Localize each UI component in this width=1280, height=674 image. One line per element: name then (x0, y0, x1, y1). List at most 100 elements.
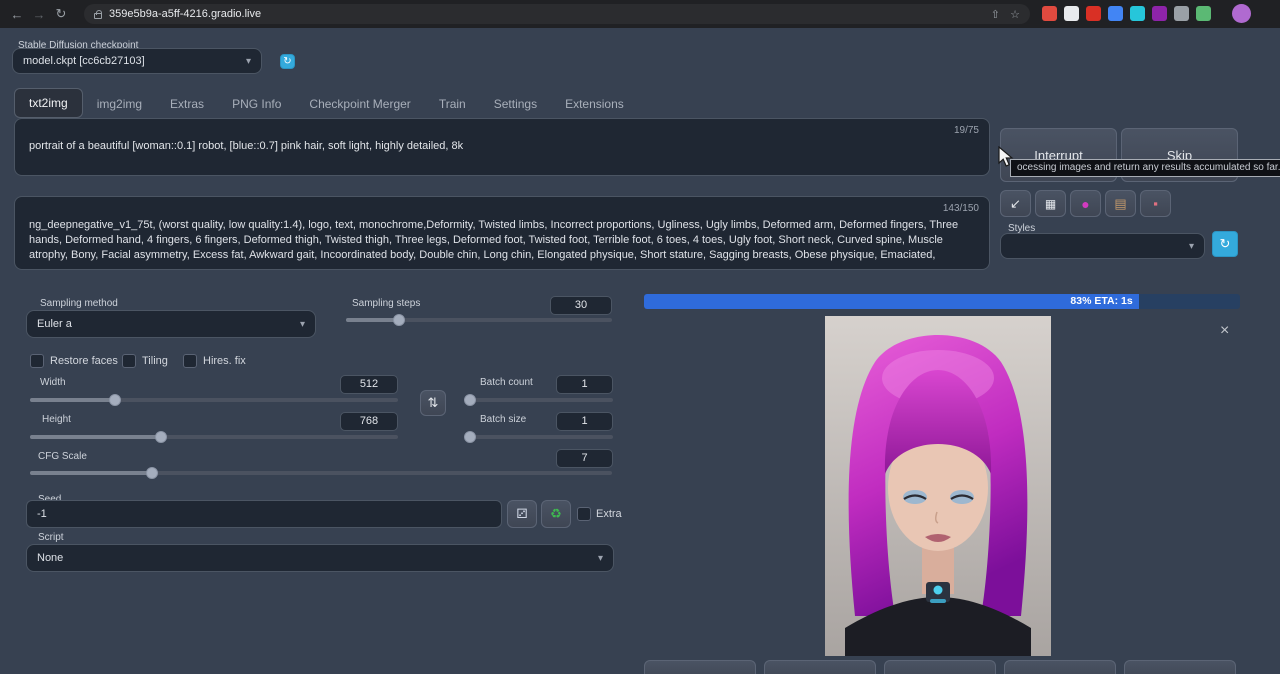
refresh-styles-button[interactable]: ↻ (1212, 231, 1238, 257)
browser-extension-icon[interactable] (1086, 6, 1101, 21)
height-slider[interactable] (30, 435, 398, 439)
width-label: Width (40, 377, 66, 388)
bookmark-star-icon[interactable]: ☆ (1010, 8, 1020, 21)
cfg-scale-slider[interactable] (30, 471, 612, 475)
paste-params-button[interactable]: ↙ (1000, 190, 1031, 217)
save-style-icon: ▪ (1153, 196, 1158, 211)
slider-knob[interactable] (393, 314, 405, 326)
script-value: None (37, 552, 63, 564)
cfg-scale-input[interactable]: 7 (556, 449, 613, 468)
negative-prompt-textarea[interactable]: 143/150 ng_deepnegative_v1_75t, (worst q… (14, 196, 990, 270)
gallery-action-button[interactable] (884, 660, 996, 674)
chevron-down-icon: ▾ (300, 319, 305, 330)
gallery-action-button[interactable] (1124, 660, 1236, 674)
script-dropdown[interactable]: None ▾ (26, 544, 614, 572)
progress-fill: 83% ETA: 1s (644, 294, 1139, 309)
browser-extensions-puzzle-icon[interactable] (1174, 6, 1189, 21)
batch-count-input[interactable]: 1 (556, 375, 613, 394)
tab-extras[interactable]: Extras (156, 90, 218, 118)
sampling-steps-slider[interactable] (346, 318, 612, 322)
lock-icon (94, 13, 102, 19)
extra-networks-button[interactable]: ● (1070, 190, 1101, 217)
tab-extensions[interactable]: Extensions (551, 90, 638, 118)
clear-prompt-button[interactable]: ▦ (1035, 190, 1066, 217)
paste-arrow-icon: ↙ (1010, 196, 1021, 212)
browser-back-icon[interactable]: ← (6, 7, 28, 22)
restore-faces-label: Restore faces (50, 355, 118, 367)
seed-extra-label: Extra (596, 508, 622, 520)
tab-img2img[interactable]: img2img (83, 90, 156, 118)
gallery-action-button[interactable] (644, 660, 756, 674)
gallery-action-button[interactable] (764, 660, 876, 674)
script-label: Script (38, 532, 64, 543)
refresh-checkpoint-button[interactable]: ↻ (280, 54, 295, 69)
seed-input[interactable]: -1 (26, 500, 502, 528)
sampling-method-dropdown[interactable]: Euler a ▾ (26, 310, 316, 338)
prompt-text: portrait of a beautiful [woman::0.1] rob… (29, 139, 929, 153)
width-slider[interactable] (30, 398, 398, 402)
chevron-down-icon: ▾ (246, 56, 251, 67)
styles-dropdown[interactable]: ▾ (1000, 233, 1205, 259)
prompt-textarea[interactable]: 19/75 portrait of a beautiful [woman::0.… (14, 118, 990, 176)
browser-extension-icon[interactable] (1196, 6, 1211, 21)
width-input[interactable]: 512 (340, 375, 398, 394)
recycle-icon: ♻ (550, 506, 562, 522)
browser-extension-icon[interactable] (1130, 6, 1145, 21)
tiling-checkbox[interactable] (122, 354, 136, 368)
clipboard-icon: ▤ (1114, 196, 1126, 212)
slider-knob[interactable] (155, 431, 167, 443)
slider-knob[interactable] (464, 431, 476, 443)
browser-forward-icon[interactable]: → (28, 7, 50, 22)
sampling-steps-input[interactable]: 30 (550, 296, 612, 315)
height-label: Height (42, 414, 71, 425)
tab-train[interactable]: Train (425, 90, 480, 118)
tab-checkpoint-merger[interactable]: Checkpoint Merger (295, 90, 424, 118)
batch-count-slider[interactable] (466, 398, 613, 402)
tab-png-info[interactable]: PNG Info (218, 90, 295, 118)
dice-icon: ⚂ (516, 506, 527, 522)
page-url[interactable]: 359e5b9a-a5ff-4216.gradio.live (109, 8, 261, 20)
batch-count-label: Batch count (480, 377, 533, 388)
sampling-method-value: Euler a (37, 318, 72, 330)
batch-size-input[interactable]: 1 (556, 412, 613, 431)
browser-extension-icon[interactable] (1152, 6, 1167, 21)
seed-value: -1 (37, 508, 47, 520)
sampling-steps-label: Sampling steps (352, 298, 420, 309)
browser-profile-avatar[interactable] (1232, 4, 1251, 23)
hires-fix-checkbox[interactable] (183, 354, 197, 368)
slider-knob[interactable] (109, 394, 121, 406)
gallery-action-button[interactable] (1004, 660, 1116, 674)
close-preview-icon[interactable]: × (1220, 322, 1229, 340)
seed-extra-checkbox[interactable] (577, 507, 591, 521)
generated-image[interactable] (825, 316, 1051, 656)
swap-dimensions-button[interactable]: ⇅ (420, 390, 446, 416)
address-bar[interactable]: 359e5b9a-a5ff-4216.gradio.live ⇧ ☆ (84, 4, 1030, 24)
slider-knob[interactable] (146, 467, 158, 479)
cfg-scale-label: CFG Scale (38, 451, 87, 462)
batch-size-slider[interactable] (466, 435, 613, 439)
share-icon[interactable]: ⇧ (991, 8, 1000, 21)
progress-text: 83% ETA: 1s (644, 294, 1139, 309)
browser-extension-icon[interactable] (1042, 6, 1057, 21)
browser-reload-icon[interactable]: ↻ (50, 6, 72, 22)
random-seed-button[interactable]: ⚂ (507, 500, 537, 528)
checkpoint-dropdown[interactable]: model.ckpt [cc6cb27103] ▾ (12, 48, 262, 74)
prompt-token-counter: 19/75 (954, 125, 979, 136)
slider-knob[interactable] (464, 394, 476, 406)
tab-txt2img[interactable]: txt2img (14, 88, 83, 118)
browser-extension-icon[interactable] (1108, 6, 1123, 21)
tab-settings[interactable]: Settings (480, 90, 551, 118)
tooltip-text: ocessing images and return any results a… (1017, 162, 1280, 173)
chevron-down-icon: ▾ (1189, 241, 1194, 252)
reuse-seed-button[interactable]: ♻ (541, 500, 571, 528)
browser-extension-icon[interactable] (1064, 6, 1079, 21)
restore-faces-checkbox[interactable] (30, 354, 44, 368)
checkpoint-value: model.ckpt [cc6cb27103] (23, 55, 145, 67)
negative-token-counter: 143/150 (943, 203, 979, 214)
save-style-button[interactable]: ▪ (1140, 190, 1171, 217)
browser-chrome: ← → ↻ 359e5b9a-a5ff-4216.gradio.live ⇧ ☆ (0, 0, 1280, 28)
tiling-label: Tiling (142, 355, 168, 367)
height-input[interactable]: 768 (340, 412, 398, 431)
apply-style-button[interactable]: ▤ (1105, 190, 1136, 217)
chevron-down-icon: ▾ (598, 553, 603, 564)
